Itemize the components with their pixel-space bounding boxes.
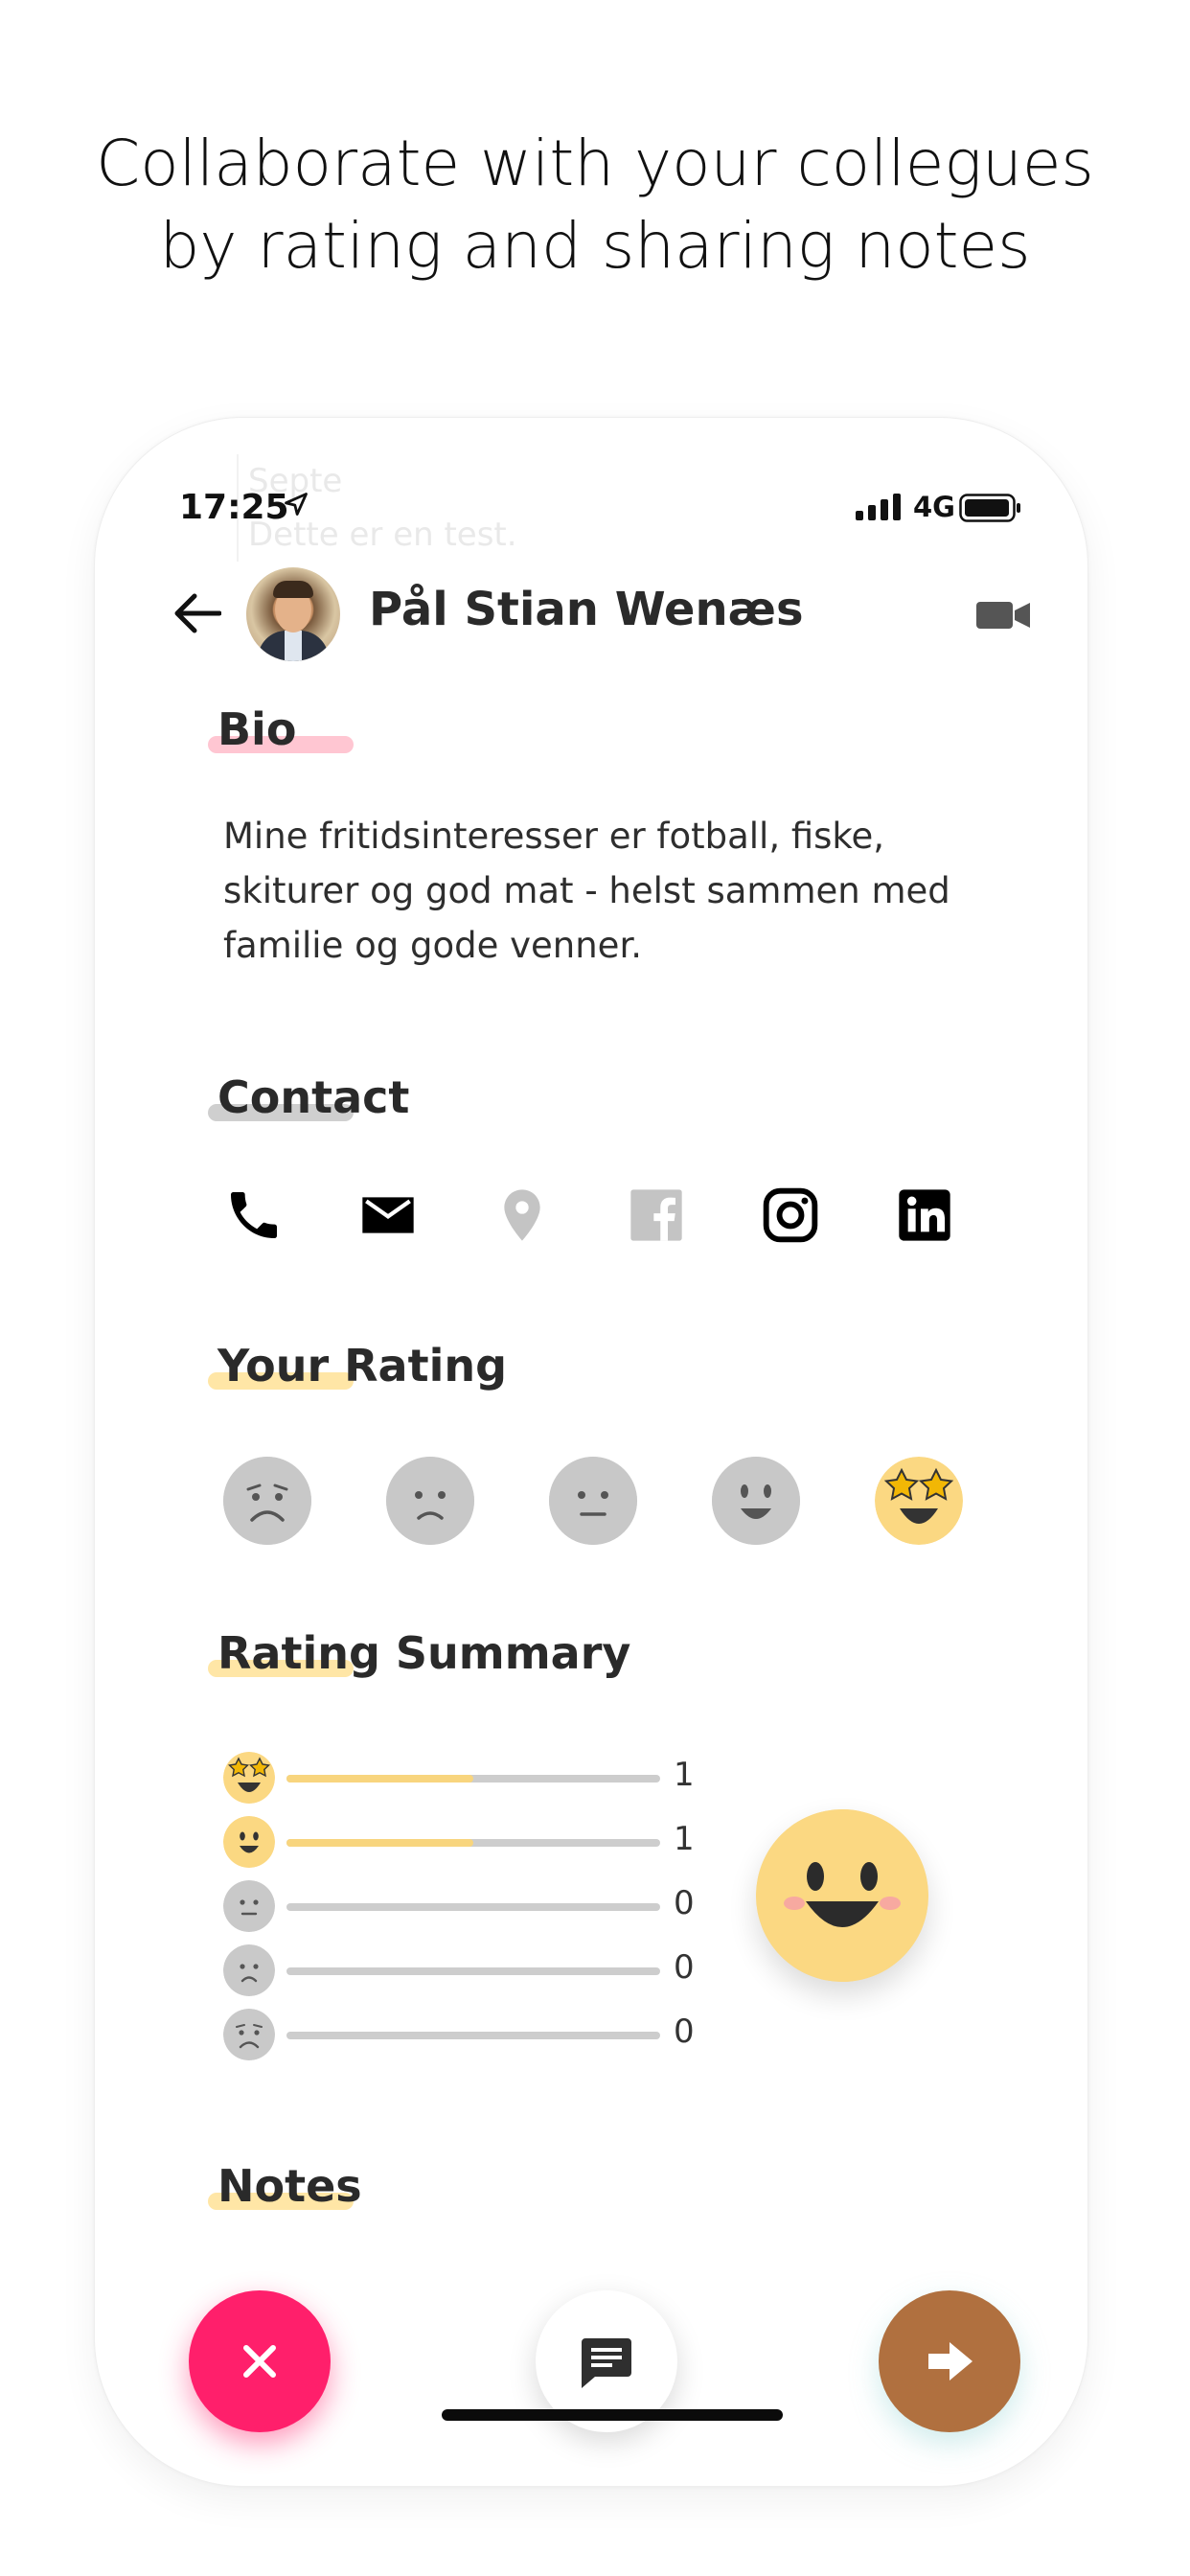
smile-face-icon bbox=[223, 1816, 275, 1868]
very-sad-face-icon[interactable] bbox=[223, 1457, 311, 1545]
location-arrow-icon bbox=[285, 493, 308, 516]
headline: Collaborate with your collegues by ratin… bbox=[0, 123, 1190, 288]
summary-count: 1 bbox=[674, 1820, 695, 1858]
summary-row-star-eyes: 1 bbox=[223, 1752, 798, 1806]
mail-icon[interactable] bbox=[357, 1184, 419, 1246]
back-arrow-icon[interactable] bbox=[173, 592, 221, 634]
neutral-face-icon[interactable] bbox=[549, 1457, 637, 1545]
summary-bar-fill bbox=[286, 1775, 473, 1782]
rating-summary-title: Rating Summary bbox=[217, 1627, 631, 1679]
summary-count: 0 bbox=[674, 1884, 695, 1922]
summary-row-neutral: 0 bbox=[223, 1880, 798, 1934]
headline-line-2: by rating and sharing notes bbox=[159, 209, 1031, 283]
notes-title: Notes bbox=[217, 2160, 362, 2212]
instagram-icon[interactable] bbox=[760, 1184, 821, 1246]
profile-name: Pål Stian Wenæs bbox=[369, 583, 804, 636]
signal-bars-icon bbox=[856, 494, 901, 520]
smile-face-icon[interactable] bbox=[712, 1457, 800, 1545]
summary-count: 1 bbox=[674, 1756, 695, 1794]
summary-count: 0 bbox=[674, 2012, 695, 2051]
status-time: 17:25 bbox=[179, 488, 289, 527]
star-eyes-face-icon bbox=[223, 1752, 275, 1804]
location-pin-icon[interactable] bbox=[492, 1184, 553, 1246]
close-icon bbox=[243, 2345, 276, 2378]
summary-bar-fill bbox=[286, 1839, 473, 1847]
sad-face-icon[interactable] bbox=[386, 1457, 474, 1545]
avatar bbox=[246, 567, 340, 661]
facebook-icon[interactable] bbox=[626, 1184, 687, 1246]
close-button[interactable] bbox=[189, 2290, 331, 2432]
headline-line-1: Collaborate with your collegues bbox=[96, 126, 1094, 200]
contact-title: Contact bbox=[217, 1071, 410, 1123]
summary-bar bbox=[286, 1903, 660, 1911]
network-label: 4G bbox=[913, 491, 955, 523]
summary-bar bbox=[286, 2032, 660, 2039]
your-rating-title: Your Rating bbox=[217, 1340, 508, 1392]
bio-text: Mine fritidsinteresser er fotball, fiske… bbox=[223, 816, 950, 966]
rating-options-row bbox=[223, 1457, 990, 1549]
battery-icon bbox=[959, 494, 1020, 522]
summary-bar bbox=[286, 1967, 660, 1975]
very-sad-face-icon bbox=[223, 2009, 275, 2060]
profile-header: Pål Stian Wenæs bbox=[95, 562, 1087, 667]
summary-row-smile: 1 bbox=[223, 1816, 798, 1870]
summary-row-very-sad: 0 bbox=[223, 2009, 798, 2062]
summary-bar bbox=[286, 1775, 660, 1782]
phone-icon[interactable] bbox=[223, 1184, 285, 1246]
sad-face-icon bbox=[223, 1944, 275, 1996]
linkedin-icon[interactable] bbox=[894, 1184, 955, 1246]
big-smile-face-icon[interactable] bbox=[756, 1809, 928, 1982]
bio-title: Bio bbox=[217, 703, 297, 755]
summary-bar bbox=[286, 1839, 660, 1847]
status-bar: 17:25 4G bbox=[95, 418, 1087, 533]
star-eyes-face-icon[interactable] bbox=[875, 1457, 963, 1545]
next-button[interactable] bbox=[879, 2290, 1020, 2432]
arrow-right-icon bbox=[928, 2342, 973, 2380]
contact-icons-row bbox=[223, 1184, 990, 1252]
neutral-face-icon bbox=[223, 1880, 275, 1932]
summary-row-sad: 0 bbox=[223, 1944, 798, 1998]
home-indicator[interactable] bbox=[442, 2409, 783, 2421]
video-camera-icon[interactable] bbox=[976, 600, 1030, 631]
phone-frame: Septe Dette er en test. 17:25 4G Pål Sti… bbox=[94, 417, 1088, 2487]
summary-count: 0 bbox=[674, 1948, 695, 1987]
